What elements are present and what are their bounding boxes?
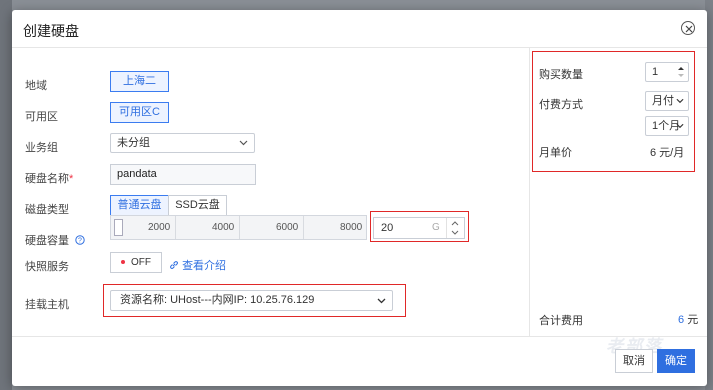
capacity-label-text: 硬盘容量 — [25, 235, 69, 247]
slider-divider — [239, 216, 240, 239]
highlight-purchase-options — [532, 51, 695, 172]
snapshot-info-link[interactable]: 查看介绍 — [169, 257, 226, 273]
required-mark: * — [69, 173, 74, 185]
region-label: 地域 — [25, 80, 47, 92]
total-cost-unit: 元 — [687, 314, 699, 326]
background-app-left — [0, 0, 12, 390]
highlight-capacity — [370, 211, 469, 242]
snapshot-state: OFF — [131, 257, 151, 268]
group-select[interactable]: 未分组 — [110, 133, 255, 153]
capacity-tick: 4000 — [212, 222, 235, 233]
disk-type-standard[interactable]: 普通云盘 — [110, 195, 169, 216]
total-cost-number: 6 — [678, 314, 685, 326]
capacity-label: 硬盘容量 ? — [25, 232, 85, 248]
dialog-header: 创建硬盘 — [12, 10, 707, 48]
capacity-slider-handle[interactable] — [114, 219, 123, 236]
mount-host-label: 挂载主机 — [25, 299, 69, 311]
group-label: 业务组 — [25, 142, 58, 154]
snapshot-link-text: 查看介绍 — [182, 260, 227, 272]
total-cost-value: 6 元 — [678, 311, 698, 327]
disk-name-label: 硬盘名称* — [25, 170, 73, 186]
zone-option[interactable]: 可用区C — [110, 102, 169, 123]
highlight-mount-host — [103, 284, 406, 317]
chevron-down-icon — [239, 140, 248, 146]
cancel-button[interactable]: 取消 — [615, 349, 653, 373]
snapshot-toggle[interactable]: OFF — [110, 252, 162, 273]
disk-name-input[interactable]: pandata — [110, 164, 256, 185]
zone-label: 可用区 — [25, 111, 58, 123]
confirm-button[interactable]: 确定 — [657, 349, 695, 373]
disk-type-ssd[interactable]: SSD云盘 — [168, 195, 227, 216]
svg-text:?: ? — [78, 238, 82, 245]
slider-divider — [175, 216, 176, 239]
close-button[interactable] — [681, 21, 695, 35]
link-icon — [170, 261, 178, 269]
total-cost-label: 合计费用 — [539, 315, 583, 327]
snapshot-label: 快照服务 — [25, 261, 69, 273]
capacity-tick: 8000 — [340, 222, 363, 233]
disk-name-label-text: 硬盘名称 — [25, 173, 69, 185]
slider-divider — [303, 216, 304, 239]
create-disk-dialog: 创建硬盘 地域 上海二 可用区 可用区C 业务组 未分组 硬盘名称* panda… — [12, 10, 707, 386]
disk-type-label: 磁盘类型 — [25, 204, 69, 216]
close-icon — [685, 25, 693, 33]
help-icon[interactable]: ? — [75, 235, 85, 245]
capacity-tick: 2000 — [148, 222, 171, 233]
dialog-title: 创建硬盘 — [23, 23, 79, 39]
capacity-tick: 6000 — [276, 222, 299, 233]
capacity-slider[interactable]: 2000 4000 6000 8000 — [110, 215, 367, 240]
dialog-footer: 取消 确定 — [12, 336, 707, 386]
toggle-indicator — [121, 260, 125, 264]
region-option[interactable]: 上海二 — [110, 71, 169, 92]
group-select-value: 未分组 — [117, 137, 150, 149]
